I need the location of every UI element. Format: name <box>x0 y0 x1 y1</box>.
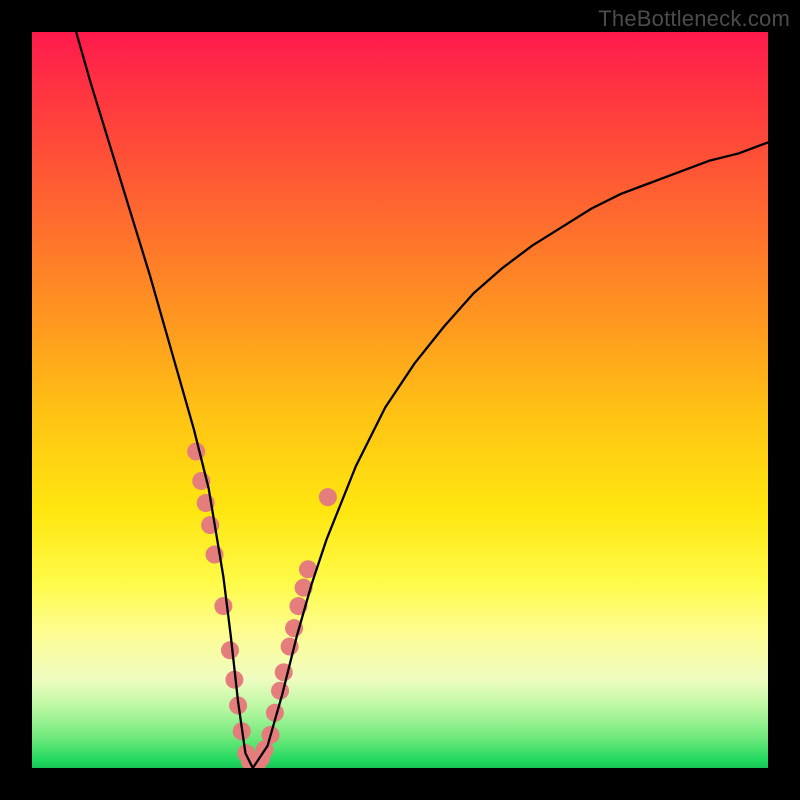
watermark-text: TheBottleneck.com <box>598 6 790 32</box>
chart-frame: TheBottleneck.com <box>0 0 800 800</box>
data-marker <box>221 641 239 659</box>
data-marker <box>187 443 205 461</box>
bottleneck-curve <box>76 32 768 768</box>
chart-svg <box>32 32 768 768</box>
plot-area <box>32 32 768 768</box>
data-marker <box>319 488 337 506</box>
data-marker <box>214 597 232 615</box>
data-marker <box>271 682 289 700</box>
